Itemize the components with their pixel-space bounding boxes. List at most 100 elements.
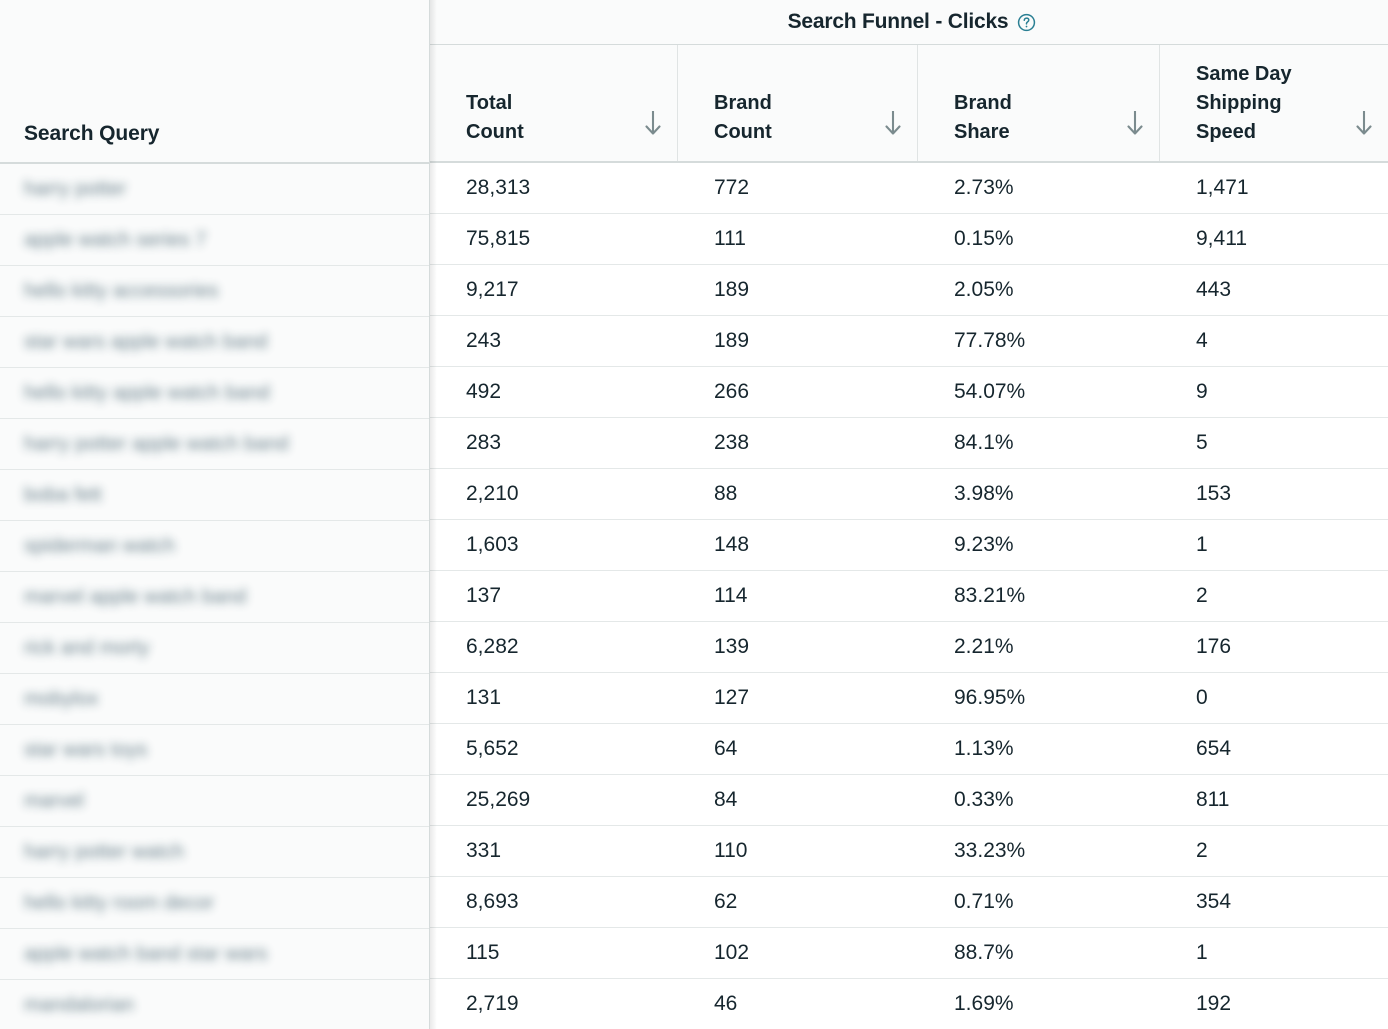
cell-brand-share: 54.07%	[954, 380, 1026, 403]
cell-same-day-shipping-speed: 1	[1196, 533, 1208, 556]
search-query-text-redacted: rick and morty	[24, 636, 150, 659]
column-header-row: Total Count Brand Count Brand Share Same Da…	[430, 45, 1388, 163]
table-title: Search Funnel - Clicks	[787, 10, 1009, 33]
cell-brand-count: 189	[714, 278, 750, 301]
search-query-text-redacted: star wars apple watch band	[24, 330, 268, 353]
cell-brand-share: 33.23%	[954, 839, 1026, 862]
column-header-0[interactable]: Total Count	[430, 45, 678, 161]
cell-same-day-shipping-speed: 1,471	[1196, 176, 1249, 199]
search-query-cell[interactable]: harry potter watch	[0, 827, 429, 878]
table-row[interactable]: 28,313 772 2.73% 1,471	[430, 163, 1388, 214]
column-header-label: Brand Count	[714, 92, 772, 143]
search-query-text-redacted: marvel	[24, 789, 85, 812]
search-query-text-redacted: star wars toys	[24, 738, 148, 761]
cell-total-count: 115	[466, 941, 500, 964]
search-query-text-redacted: harry potter	[24, 177, 127, 200]
search-query-cell[interactable]: star wars apple watch band	[0, 317, 429, 368]
search-query-cell[interactable]: marvel apple watch band	[0, 572, 429, 623]
search-query-text-redacted: mobylox	[24, 687, 99, 710]
search-funnel-table-widget: Search Query harry potter apple watch ser…	[0, 0, 1388, 1029]
search-query-column-header[interactable]: Search Query	[0, 0, 430, 164]
column-header-2[interactable]: Brand Share	[918, 45, 1160, 161]
table-row[interactable]: 6,282 139 2.21% 176	[430, 622, 1388, 673]
cell-brand-share: 2.73%	[954, 176, 1014, 199]
search-query-text-redacted: spiderman watch	[24, 534, 176, 557]
cell-brand-count: 238	[714, 431, 750, 454]
column-header-label: Total Count	[466, 92, 524, 143]
search-query-cell[interactable]: rick and morty	[0, 623, 429, 674]
table-row[interactable]: 2,210 88 3.98% 153	[430, 469, 1388, 520]
table-row[interactable]: 75,815 111 0.15% 9,411	[430, 214, 1388, 265]
search-query-cell[interactable]: mobylox	[0, 674, 429, 725]
cell-brand-count: 139	[714, 635, 750, 658]
cell-same-day-shipping-speed: 192	[1196, 992, 1232, 1015]
cell-brand-count: 64	[714, 737, 738, 760]
frozen-search-query-column: Search Query harry potter apple watch ser…	[0, 0, 430, 1029]
cell-total-count: 2,719	[466, 992, 519, 1015]
cell-total-count: 137	[466, 584, 502, 607]
table-row[interactable]: 243 189 77.78% 4	[430, 316, 1388, 367]
cell-brand-share: 1.69%	[954, 992, 1014, 1015]
cell-total-count: 492	[466, 380, 502, 403]
cell-brand-share: 96.95%	[954, 686, 1026, 709]
cell-same-day-shipping-speed: 443	[1196, 278, 1232, 301]
cell-brand-count: 114	[714, 584, 748, 607]
table-row[interactable]: 283 238 84.1% 5	[430, 418, 1388, 469]
table-row[interactable]: 492 266 54.07% 9	[430, 367, 1388, 418]
cell-same-day-shipping-speed: 2	[1196, 584, 1208, 607]
cell-brand-count: 772	[714, 176, 750, 199]
search-query-cell[interactable]: boba fett	[0, 470, 429, 521]
table-row[interactable]: 2,719 46 1.69% 192	[430, 979, 1388, 1029]
cell-total-count: 331	[466, 839, 502, 862]
table-row[interactable]: 9,217 189 2.05% 443	[430, 265, 1388, 316]
cell-brand-share: 1.13%	[954, 737, 1014, 760]
column-header-label: Brand Share	[954, 92, 1012, 143]
search-query-cell[interactable]: apple watch series 7	[0, 215, 429, 266]
column-header-1[interactable]: Brand Count	[678, 45, 918, 161]
table-row[interactable]: 131 127 96.95% 0	[430, 673, 1388, 724]
search-query-text-redacted: apple watch series 7	[24, 228, 207, 251]
cell-brand-share: 77.78%	[954, 329, 1026, 352]
cell-total-count: 2,210	[466, 482, 519, 505]
arrow-down-icon[interactable]	[1123, 106, 1147, 147]
cell-total-count: 5,652	[466, 737, 519, 760]
search-query-cell[interactable]: harry potter	[0, 164, 429, 215]
cell-total-count: 9,217	[466, 278, 519, 301]
cell-total-count: 25,269	[466, 788, 531, 811]
column-header-3[interactable]: Same Day Shipping Speed	[1160, 45, 1388, 161]
table-row[interactable]: 331 110 33.23% 2	[430, 826, 1388, 877]
table-row[interactable]: 5,652 64 1.13% 654	[430, 724, 1388, 775]
cell-same-day-shipping-speed: 1	[1196, 941, 1208, 964]
cell-same-day-shipping-speed: 811	[1196, 788, 1230, 811]
search-query-cell[interactable]: apple watch band star wars	[0, 929, 429, 980]
search-query-text-redacted: apple watch band star wars	[24, 942, 268, 965]
table-row[interactable]: 8,693 62 0.71% 354	[430, 877, 1388, 928]
search-query-cell[interactable]: hello kitty room decor	[0, 878, 429, 929]
search-query-cell[interactable]: star wars toys	[0, 725, 429, 776]
search-query-cell[interactable]: marvel	[0, 776, 429, 827]
arrow-down-icon[interactable]	[1352, 106, 1376, 147]
arrow-down-icon[interactable]	[881, 106, 905, 147]
search-query-cell[interactable]: hello kitty accessories	[0, 266, 429, 317]
cell-same-day-shipping-speed: 654	[1196, 737, 1232, 760]
cell-brand-count: 189	[714, 329, 750, 352]
arrow-down-icon[interactable]	[641, 106, 665, 147]
search-query-text-redacted: harry potter watch	[24, 840, 185, 863]
table-row[interactable]: 137 114 83.21% 2	[430, 571, 1388, 622]
cell-total-count: 8,693	[466, 890, 519, 913]
search-query-text-redacted: mandalorian	[24, 993, 135, 1016]
search-query-cell[interactable]: spiderman watch	[0, 521, 429, 572]
cell-brand-count: 266	[714, 380, 750, 403]
help-circle-icon[interactable]	[1017, 13, 1036, 32]
search-query-list: harry potter apple watch series 7 hello ki…	[0, 164, 430, 1029]
search-query-cell[interactable]: mandalorian	[0, 980, 429, 1029]
table-title-bar: Search Funnel - Clicks	[430, 0, 1388, 45]
cell-same-day-shipping-speed: 4	[1196, 329, 1208, 352]
search-query-cell[interactable]: harry potter apple watch band	[0, 419, 429, 470]
search-query-text-redacted: hello kitty room decor	[24, 891, 215, 914]
table-row[interactable]: 1,603 148 9.23% 1	[430, 520, 1388, 571]
search-query-cell[interactable]: hello kitty apple watch band	[0, 368, 429, 419]
table-row[interactable]: 115 102 88.7% 1	[430, 928, 1388, 979]
cell-same-day-shipping-speed: 2	[1196, 839, 1208, 862]
table-row[interactable]: 25,269 84 0.33% 811	[430, 775, 1388, 826]
